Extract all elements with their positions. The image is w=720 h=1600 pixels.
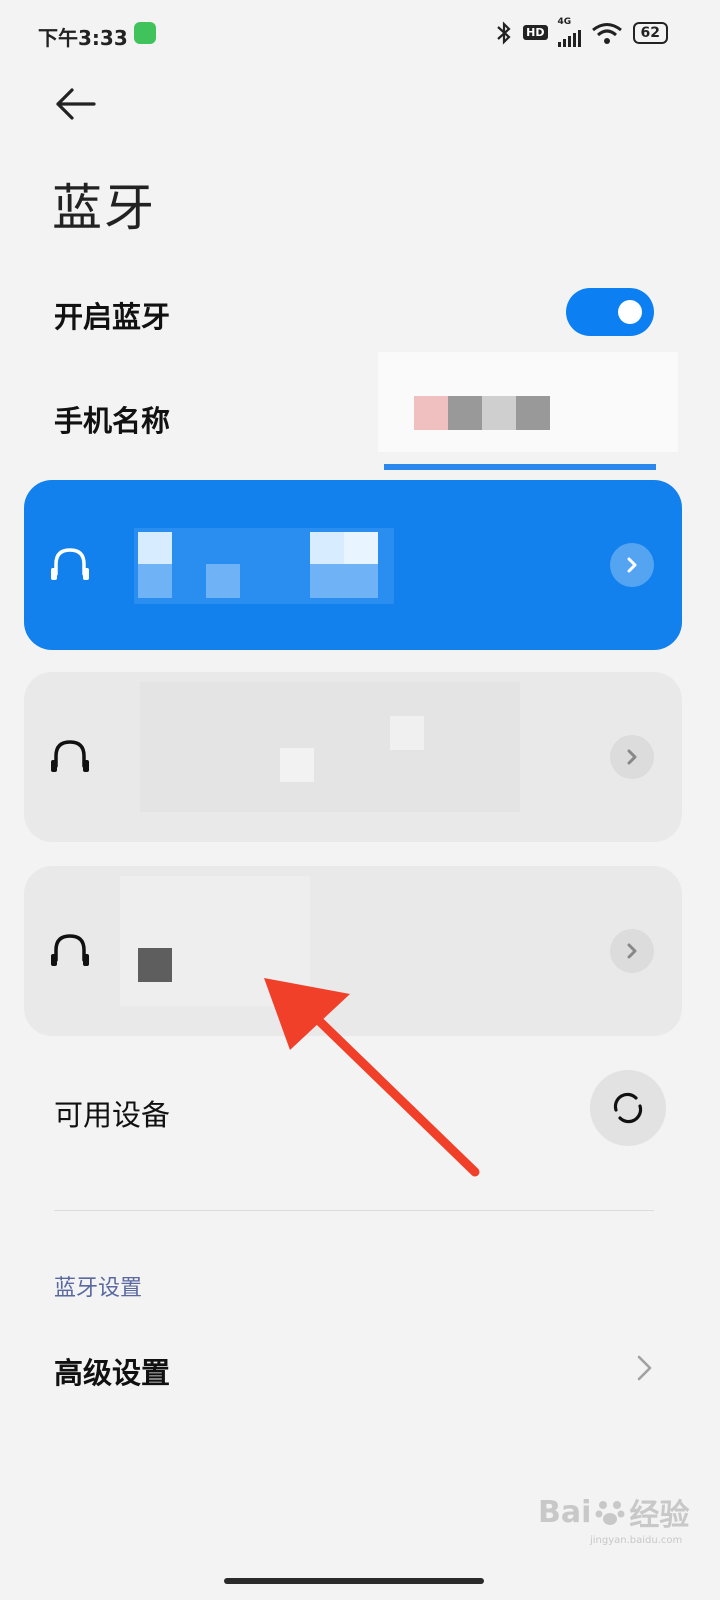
available-devices-label: 可用设备 [54,1098,171,1132]
toggle-knob [618,300,642,324]
back-arrow-icon[interactable] [54,86,98,122]
app-notification-icon [134,22,156,44]
divider [54,1210,654,1211]
paired-device[interactable] [24,672,682,842]
advanced-settings-item[interactable]: 高级设置 [54,1350,170,1392]
headset-icon [51,740,89,772]
device-name-redacted [110,682,530,822]
device-name-redacted [134,528,394,604]
watermark-cn: 经验 [629,1498,690,1533]
status-icons: HD 4G 62 [495,18,668,47]
paired-device-connected[interactable] [24,480,682,650]
home-indicator[interactable] [224,1578,484,1584]
chevron-right-icon [627,557,637,573]
phone-name-label[interactable]: 手机名称 [54,398,170,440]
hd-badge: HD [523,25,548,40]
headset-icon [51,548,89,580]
section-header: 蓝牙设置 [54,1276,143,1301]
bluetooth-icon [497,20,511,45]
chevron-right-icon [627,749,637,765]
refresh-icon [613,1092,643,1124]
bluetooth-toggle[interactable] [566,288,654,336]
watermark-logo: Bai 经验 [538,1490,689,1534]
chevron-right-icon [627,943,637,959]
paw-icon [595,1501,625,1525]
watermark-brand: Bai [538,1494,592,1530]
annotation-arrow [264,978,480,1177]
bluetooth-toggle-label: 开启蓝牙 [54,300,171,334]
watermark-url: jingyan.baidu.com [590,1535,683,1546]
refresh-button[interactable] [590,1070,666,1146]
device-details-button[interactable] [610,929,654,973]
device-details-button[interactable] [610,735,654,779]
device-details-button[interactable] [610,543,654,587]
chevron-right-icon [637,1355,652,1381]
page-title: 蓝牙 [52,179,156,237]
phone-name-value-redacted[interactable] [378,332,688,470]
network-type: 4G [557,17,572,27]
headset-icon [51,934,89,966]
status-time: 下午3:33 [38,26,128,50]
battery-indicator: 62 [632,21,668,44]
signal-icon [557,27,581,47]
wifi-icon [591,22,622,44]
